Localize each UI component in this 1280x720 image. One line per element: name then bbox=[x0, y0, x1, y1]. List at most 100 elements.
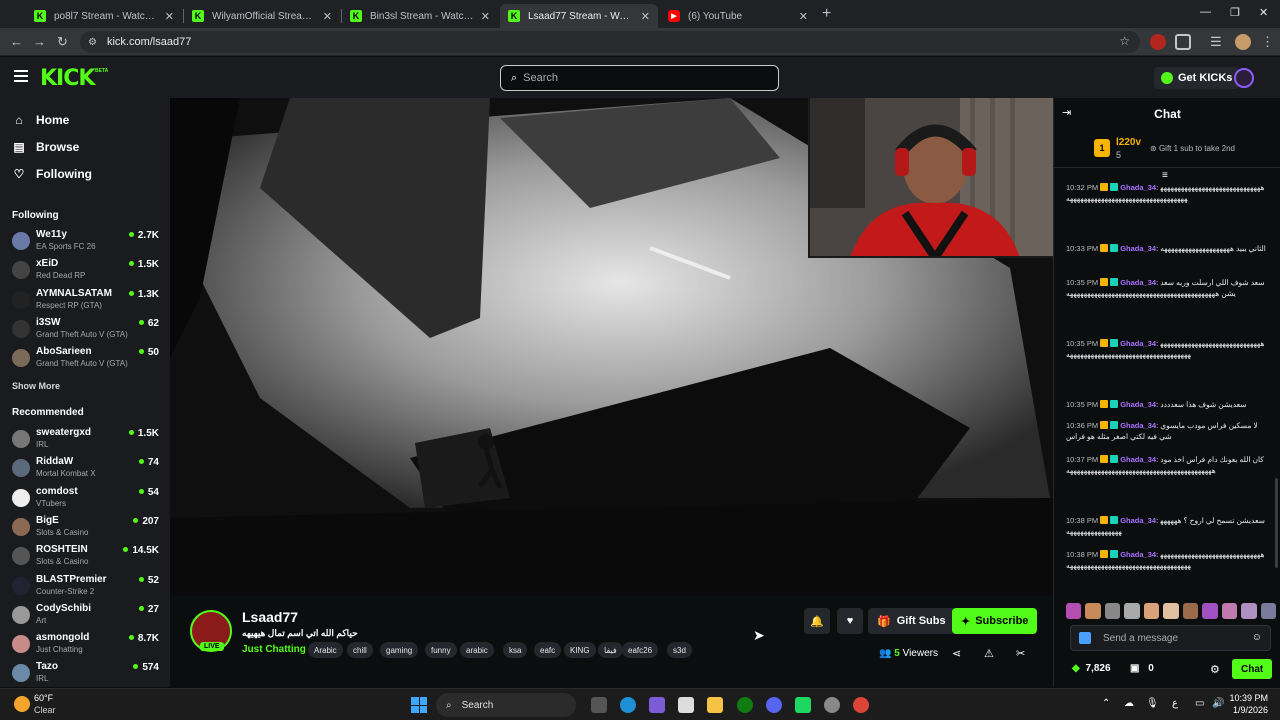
stream-tag[interactable]: chill bbox=[347, 642, 373, 658]
report-icon[interactable]: ⚠ bbox=[984, 647, 994, 660]
stream-category-link[interactable]: Just Chatting bbox=[242, 644, 306, 655]
tray-chevron-icon[interactable]: ⌃ bbox=[1102, 698, 1110, 709]
menu-dots-icon[interactable]: ⋮ bbox=[1261, 34, 1274, 50]
nav-following[interactable]: ♡ Following bbox=[12, 167, 92, 181]
user-avatar[interactable] bbox=[1234, 68, 1254, 88]
kick-logo[interactable]: KICK bbox=[40, 66, 95, 91]
back-icon[interactable]: ← bbox=[10, 34, 23, 49]
message-username[interactable]: Ghada_34 bbox=[1120, 183, 1156, 192]
clock-time[interactable]: 10:39 PM bbox=[1226, 693, 1268, 703]
extensions-puzzle-icon[interactable] bbox=[1175, 34, 1191, 50]
reload-icon[interactable]: ↻ bbox=[57, 34, 68, 50]
channel-item[interactable]: sweatergxd IRL 1.5K bbox=[12, 427, 162, 454]
emoji-icon[interactable]: ☺ bbox=[1252, 632, 1262, 643]
language-indicator[interactable]: ع bbox=[1172, 698, 1178, 709]
channel-item[interactable]: RiddaW Mortal Kombat X 74 bbox=[12, 456, 162, 483]
browser-tab[interactable]: K WilyamOfficial Stream - Watch ✕ bbox=[184, 4, 340, 28]
menu-icon[interactable] bbox=[14, 70, 28, 82]
clip-icon[interactable]: ✂ bbox=[1016, 647, 1025, 660]
kick-emote-icon[interactable] bbox=[1079, 632, 1091, 644]
gift-leaderboard[interactable]: 1 l220v 5 ⊛ Gift 1 sub to take 2nd bbox=[1054, 130, 1280, 168]
channel-item[interactable]: AYMNALSATAM Respect RP (GTA) 1.3K bbox=[12, 288, 162, 315]
nav-home[interactable]: ⌂ Home bbox=[12, 113, 69, 127]
stream-tag[interactable]: KING bbox=[564, 642, 596, 658]
channel-item[interactable]: CodySchibi Art 27 bbox=[12, 603, 162, 630]
message-username[interactable]: Ghada_34 bbox=[1120, 455, 1156, 464]
message-username[interactable]: Ghada_34 bbox=[1120, 244, 1156, 253]
message-username[interactable]: Ghada_34 bbox=[1120, 550, 1156, 559]
channel-item[interactable]: Tazo IRL 574 bbox=[12, 661, 162, 687]
emote-icon[interactable] bbox=[1182, 603, 1199, 619]
emote-icon[interactable] bbox=[1143, 603, 1160, 619]
channel-item[interactable]: ROSHTEIN Slots & Casino 14.5K bbox=[12, 544, 162, 571]
stream-tag[interactable]: eafc bbox=[534, 642, 562, 658]
channel-item[interactable]: BigE Slots & Casino 207 bbox=[12, 515, 162, 542]
emote-icon[interactable] bbox=[1260, 603, 1276, 619]
bookmark-star-icon[interactable]: ☆ bbox=[1119, 34, 1130, 48]
message-username[interactable]: Ghada_34 bbox=[1120, 516, 1156, 525]
chat-scrollbar[interactable] bbox=[1275, 478, 1278, 568]
stream-tag[interactable]: ksa bbox=[503, 642, 528, 658]
xbox-icon[interactable] bbox=[737, 697, 753, 713]
message-input-box[interactable]: ☺ bbox=[1070, 625, 1271, 651]
clock-date[interactable]: 1/9/2026 bbox=[1218, 705, 1268, 715]
channel-item[interactable]: We11y EA Sports FC 26 2.7K bbox=[12, 229, 162, 256]
browser-tab[interactable]: K Bin3sl Stream - Watch Live on ✕ bbox=[342, 4, 498, 28]
discord-icon[interactable] bbox=[766, 697, 782, 713]
weather-icon[interactable] bbox=[14, 696, 30, 712]
close-icon[interactable]: ✕ bbox=[323, 10, 332, 23]
close-icon[interactable]: ✕ bbox=[641, 10, 650, 23]
search-input[interactable] bbox=[523, 72, 666, 84]
minimize-icon[interactable]: — bbox=[1200, 6, 1211, 18]
copilot-icon[interactable] bbox=[649, 697, 665, 713]
subscribe-button[interactable]: ✦ Subscribe bbox=[952, 608, 1038, 634]
windows-start-icon[interactable] bbox=[411, 697, 427, 713]
stream-tag[interactable]: eafc26 bbox=[622, 642, 659, 658]
message-input[interactable] bbox=[1103, 632, 1243, 644]
emote-icon[interactable] bbox=[1085, 603, 1101, 619]
new-tab-icon[interactable]: + bbox=[822, 5, 831, 23]
file-explorer-icon[interactable] bbox=[707, 697, 723, 713]
emote-icon[interactable] bbox=[1241, 603, 1257, 619]
close-icon[interactable]: ✕ bbox=[165, 10, 174, 23]
stream-tag[interactable]: arabic bbox=[460, 642, 494, 658]
channel-item[interactable]: asmongold Just Chatting 8.7K bbox=[12, 632, 162, 659]
stream-tag[interactable]: Arabic bbox=[308, 642, 343, 658]
channel-item[interactable]: BLASTPremier Counter-Strike 2 52 bbox=[12, 574, 162, 601]
channel-item[interactable]: i3SW Grand Theft Auto V (GTA) 62 bbox=[12, 317, 162, 344]
emote-icon[interactable] bbox=[1066, 603, 1082, 619]
stream-tag[interactable]: s3d bbox=[667, 642, 692, 658]
browser-tab-active[interactable]: K Lsaad77 Stream - Watch Live o ✕ bbox=[500, 4, 658, 28]
taskbar-search[interactable]: ⌕ Search bbox=[436, 693, 576, 717]
channel-item[interactable]: xEiD Red Dead RP 1.5K bbox=[12, 258, 162, 285]
address-bar[interactable]: ⚙ kick.com/lsaad77 ☆ bbox=[80, 31, 1140, 53]
get-kicks-button[interactable]: Get KICKs bbox=[1154, 67, 1240, 89]
channel-item[interactable]: AboSarieen Grand Theft Auto V (GTA) 50 bbox=[12, 346, 162, 373]
pinned-toggle-icon[interactable]: ≡ bbox=[1162, 170, 1168, 181]
restore-icon[interactable]: ❐ bbox=[1230, 6, 1240, 19]
extension-icon[interactable] bbox=[1150, 34, 1166, 50]
channel-item[interactable]: comdost VTubers 54 bbox=[12, 486, 162, 513]
app-icon[interactable] bbox=[795, 697, 811, 713]
emote-icon[interactable] bbox=[1221, 603, 1238, 619]
gift-subs-button[interactable]: 🎁 Gift Subs bbox=[868, 608, 955, 634]
emote-icon[interactable] bbox=[1202, 603, 1218, 619]
streamer-name[interactable]: Lsaad77 bbox=[242, 609, 298, 625]
mic-icon[interactable]: 🎙 bbox=[1146, 698, 1159, 709]
stream-tag[interactable]: funny bbox=[425, 642, 457, 658]
share-icon[interactable]: ⋖ bbox=[952, 647, 961, 660]
close-icon[interactable]: ✕ bbox=[481, 10, 490, 23]
stream-tag[interactable]: gaming bbox=[380, 642, 419, 658]
nav-browse[interactable]: ▤ Browse bbox=[12, 140, 79, 154]
close-icon[interactable]: ✕ bbox=[799, 10, 808, 23]
close-window-icon[interactable]: ✕ bbox=[1259, 6, 1268, 19]
message-username[interactable]: Ghada_34 bbox=[1120, 400, 1156, 409]
store-icon[interactable] bbox=[678, 697, 694, 713]
emote-icon[interactable] bbox=[1104, 603, 1121, 619]
network-icon[interactable]: ▭ bbox=[1195, 698, 1204, 709]
emote-icon[interactable] bbox=[1124, 603, 1140, 619]
send-chat-button[interactable]: Chat bbox=[1232, 659, 1273, 679]
message-username[interactable]: Ghada_34 bbox=[1120, 278, 1156, 287]
show-more-link[interactable]: Show More bbox=[12, 381, 60, 391]
edge-icon[interactable] bbox=[620, 697, 636, 713]
